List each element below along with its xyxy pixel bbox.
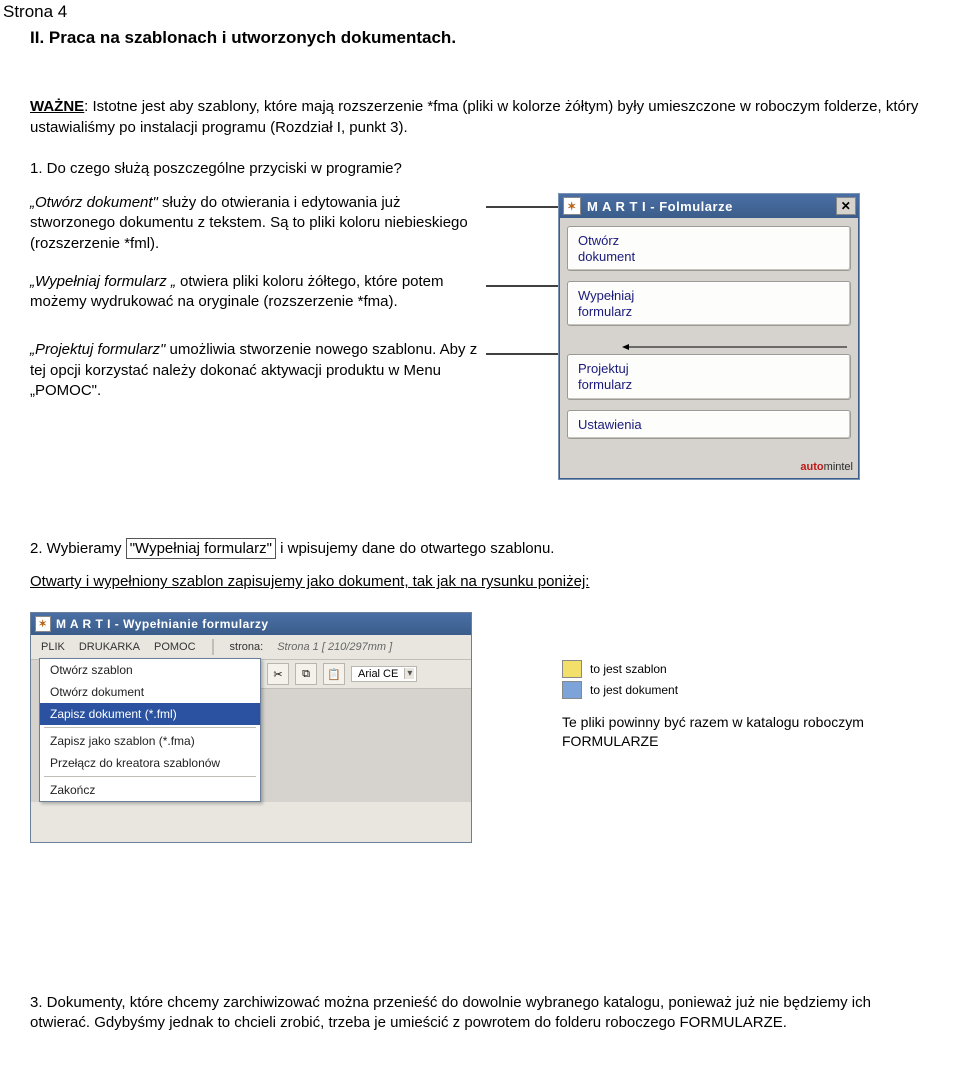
desc-fill-form-term: „Wypełniaj formularz „ (30, 273, 176, 290)
step2-pre: 2. Wybieramy (30, 540, 126, 557)
menu-item-exit[interactable]: Zakończ (40, 779, 260, 801)
section-title: II. Praca na szablonach i utworzonych do… (0, 22, 960, 48)
legend-template: to jest szablon (562, 660, 882, 678)
legend-document-text: to jest dokument (590, 683, 678, 697)
marti-footer: automintel (559, 457, 859, 479)
separator (212, 639, 214, 655)
step-2-line1: 2. Wybieramy "Wypełniaj formularz" i wpi… (30, 540, 960, 557)
step-3: 3. Dokumenty, które chcemy zarchiwizować… (0, 843, 960, 1064)
file-menu-dropdown: Otwórz szablon Otwórz dokument Zapisz do… (39, 658, 261, 802)
open-document-button[interactable]: Otwórz dokument (567, 226, 851, 271)
marti-titlebar: ✶ M A R T I - Folmularze ✕ (559, 194, 859, 218)
desc-open-document-term: „Otwórz dokument" (30, 194, 158, 211)
menu-pomoc[interactable]: POMOC (154, 641, 196, 653)
important-note: WAŻNE: Istotne jest aby szablony, które … (30, 96, 960, 138)
menu-item-switch-creator[interactable]: Przełącz do kreatora szablonów (40, 752, 260, 774)
app-icon: ✶ (35, 616, 51, 632)
arrow-icon (486, 276, 550, 294)
menu-divider (44, 727, 256, 728)
menu-item-save-document[interactable]: Zapisz dokument (*.fml) (40, 703, 260, 725)
toolbar: ✂ ⧉ 📋 Arial CE (261, 660, 471, 689)
marti-title-text: M A R T I - Folmularze (587, 199, 733, 214)
settings-label: Ustawienia (578, 417, 642, 433)
open-document-line1: Otwórz (578, 233, 840, 249)
desc-open-document: „Otwórz dokument" służy do otwierania i … (30, 193, 480, 254)
pointer-arrow-icon (567, 344, 851, 350)
important-label: WAŻNE (30, 98, 84, 115)
desc-design-form: „Projektuj formularz" umożliwia stworzen… (30, 340, 480, 401)
desc-design-form-term: „Projektuj formularz" (30, 341, 165, 358)
strona-value: Strona 1 [ 210/297mm ] (277, 641, 392, 653)
step2-post: i wpisujemy dane do otwartego szablonu. (276, 540, 555, 557)
cut-icon[interactable]: ✂ (267, 663, 289, 685)
fill-form-line2: formularz (578, 304, 840, 320)
legend-template-text: to jest szablon (590, 662, 667, 676)
yellow-swatch-icon (562, 660, 582, 678)
copy-icon[interactable]: ⧉ (295, 663, 317, 685)
paste-icon[interactable]: 📋 (323, 663, 345, 685)
step2-highlight: "Wypełniaj formularz" (126, 538, 276, 559)
app-icon: ✶ (563, 197, 581, 215)
close-icon[interactable]: ✕ (836, 197, 856, 215)
marti-panel: ✶ M A R T I - Folmularze ✕ Otwórz dokume… (558, 193, 860, 480)
menu-item-open-template[interactable]: Otwórz szablon (40, 659, 260, 681)
menu-divider (44, 776, 256, 777)
window-titlebar: ✶ M A R T I - Wypełnianie formularzy (31, 613, 471, 635)
design-form-line2: formularz (578, 377, 840, 393)
step-2-line2: Otwarty i wypełniony szablon zapisujemy … (30, 573, 960, 590)
arrow-icon (486, 197, 550, 215)
fill-form-button[interactable]: Wypełniaj formularz (567, 281, 851, 326)
app-window: ✶ M A R T I - Wypełnianie formularzy PLI… (30, 612, 472, 843)
important-text: : Istotne jest aby szablony, które mają … (30, 98, 918, 136)
fill-form-line1: Wypełniaj (578, 288, 840, 304)
menubar: PLIK DRUKARKA POMOC strona: Strona 1 [ 2… (31, 635, 471, 660)
open-document-line2: dokument (578, 249, 840, 265)
menu-drukarka[interactable]: DRUKARKA (79, 641, 140, 653)
arrow-icon (486, 344, 550, 362)
desc-fill-form: „Wypełniaj formularz „ otwiera pliki kol… (30, 272, 480, 313)
legend-document: to jest dokument (562, 681, 882, 699)
window-title: M A R T I - Wypełnianie formularzy (56, 617, 269, 631)
blue-swatch-icon (562, 681, 582, 699)
design-form-button[interactable]: Projektuj formularz (567, 354, 851, 399)
question-1: 1. Do czego służą poszczególne przyciski… (30, 160, 960, 177)
menu-item-open-document[interactable]: Otwórz dokument (40, 681, 260, 703)
brand-label: automintel (800, 461, 853, 473)
menu-plik[interactable]: PLIK (41, 641, 65, 653)
settings-button[interactable]: Ustawienia (567, 410, 851, 440)
strona-label: strona: (230, 641, 264, 653)
menu-item-save-as-template[interactable]: Zapisz jako szablon (*.fma) (40, 730, 260, 752)
design-form-line1: Projektuj (578, 361, 840, 377)
page-number: Strona 4 (0, 0, 960, 22)
legend-note: Te pliki powinny być razem w katalogu ro… (562, 713, 882, 751)
font-combo[interactable]: Arial CE (351, 666, 417, 682)
